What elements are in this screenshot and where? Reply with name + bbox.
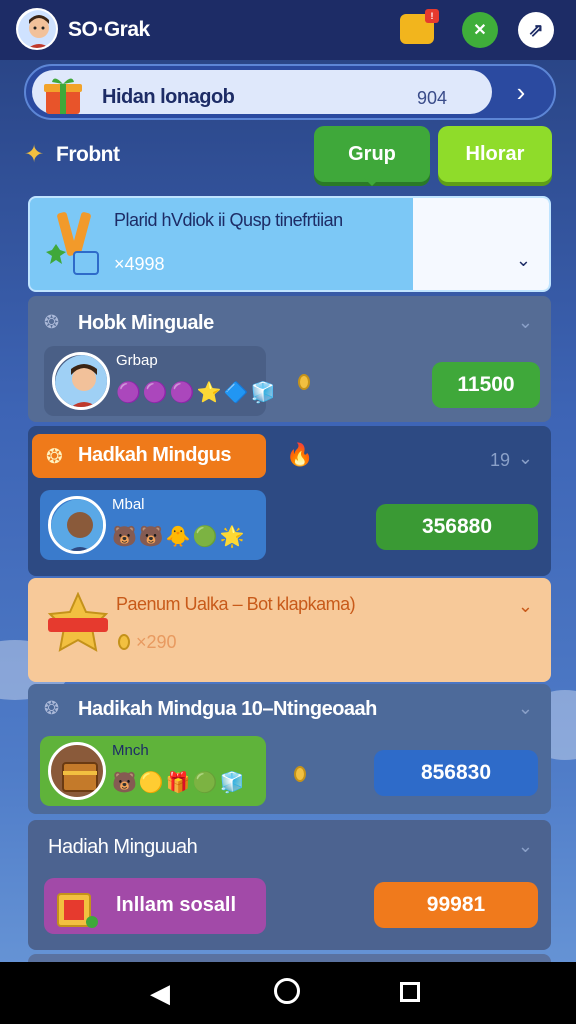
badge-icon: ❂ — [44, 698, 60, 718]
top-bar: SO·Grak ! ✕ ⇗ — [0, 0, 576, 60]
chest-icon — [48, 742, 106, 800]
app-screen: SO·Grak ! ✕ ⇗ Hidan lonagob 904 › ✦ Frob… — [0, 0, 576, 1024]
card-highlight — [413, 198, 549, 290]
reward-card[interactable]: Paenum Ualka – Bot klapkama) ×290 ⌄ — [28, 578, 551, 682]
avatar — [52, 352, 110, 410]
gear-icon: ✦ — [24, 141, 45, 168]
claim-button-label: lnllam sosall — [116, 894, 237, 916]
card-title: Hobk Minguale — [78, 312, 214, 334]
tab-grup[interactable]: Grup — [314, 126, 430, 186]
gift-box-icon — [57, 893, 98, 928]
reward-label: Grbap — [116, 352, 158, 369]
gift-notification-button[interactable]: ! — [400, 9, 439, 44]
chevron-down-icon[interactable]: ⌄ — [518, 698, 533, 719]
banner-count: 904 — [417, 88, 448, 108]
recent-apps-icon[interactable] — [400, 982, 420, 1002]
reward-card[interactable]: ❂ Hobk Minguale ⌄ Grbap 🟣🟣🟣⭐🔷🧊 11500 — [28, 296, 551, 422]
reward-card[interactable]: ❂ Hadkah Mindgus 🔥 19 ⌄ Mbal 🐻🐻🐥🟢🌟 35688… — [28, 426, 551, 576]
notification-badge: ! — [425, 9, 439, 23]
chevron-right-icon[interactable]: › — [498, 72, 544, 112]
reward-label: Mnch — [112, 742, 149, 759]
avatar — [48, 496, 106, 554]
banner-body: Hidan lonagob 904 — [32, 70, 492, 114]
system-nav-bar: ◀ — [0, 962, 576, 1024]
reward-items-icon: 🟣🟣🟣⭐🔷🧊 — [116, 382, 278, 404]
user-avatar[interactable] — [16, 8, 58, 50]
banner-title: Hidan lonagob — [102, 86, 235, 108]
reward-card[interactable]: ❂ Hadikah Mindgua 10–Ntingeoaah ⌄ Mnch 🐻… — [28, 684, 551, 814]
card-title: Hadkah Mindgus — [78, 444, 232, 466]
count-label: 19 — [490, 450, 511, 470]
chevron-down-icon[interactable]: ⌄ — [518, 312, 533, 333]
card-title: Hadiah Minguuah — [48, 836, 198, 858]
claim-button[interactable]: lnllam sosall — [44, 878, 266, 934]
profile-menu-icon[interactable]: ⇗ — [518, 12, 554, 48]
coin-icon — [294, 766, 306, 782]
reward-box: Mnch 🐻🟡🎁🟢🧊 — [40, 736, 266, 806]
reward-box: Mbal 🐻🐻🐥🟢🌟 — [40, 490, 266, 560]
chevron-down-icon[interactable]: ⌄ — [516, 250, 531, 271]
trophy-icon — [46, 212, 99, 275]
badge-icon: ❂ — [44, 312, 60, 332]
share-icon[interactable]: ✕ — [462, 12, 498, 48]
card-header: ❂ Hadkah Mindgus — [32, 434, 266, 478]
badge-icon: ❂ — [46, 446, 63, 468]
reward-items-icon: 🐻🐻🐥🟢🌟 — [112, 526, 247, 548]
card-title: Hadikah Mindgua 10–Ntingeoaah — [78, 698, 377, 720]
fire-icon: 🔥 — [286, 442, 314, 467]
card-title: Paenum Ualka – Bot klapkama) — [116, 594, 356, 614]
coin-icon — [118, 634, 130, 650]
value-button[interactable]: 11500 — [432, 362, 540, 408]
reward-box: Grbap 🟣🟣🟣⭐🔷🧊 — [44, 346, 275, 416]
chevron-down-icon[interactable]: ⌄ — [518, 836, 533, 857]
chevron-down-icon[interactable]: ⌄ — [518, 596, 533, 617]
reward-card[interactable]: Plarid hVdiok ii Qusp tinefrtiian ×4998 … — [28, 196, 551, 292]
card-title: Plarid hVdiok ii Qusp tinefrtiian — [114, 210, 343, 230]
star-badge-icon — [47, 592, 109, 652]
chevron-down-icon[interactable]: ⌄ — [518, 448, 533, 469]
event-banner[interactable]: Hidan lonagob 904 › — [24, 64, 556, 120]
card-reward-count: ×290 — [136, 632, 177, 652]
back-icon[interactable]: ◀ — [150, 978, 170, 1009]
value-button[interactable]: 856830 — [374, 750, 538, 796]
reward-items-icon: 🐻🟡🎁🟢🧊 — [112, 772, 247, 794]
reward-card[interactable]: Hadiah Minguuah ⌄ lnllam sosall 99981 — [28, 820, 551, 950]
card-reward-count: ×4998 — [114, 254, 165, 274]
tab-hlorar[interactable]: Hlorar — [438, 126, 552, 182]
home-icon[interactable] — [274, 978, 300, 1004]
value-button[interactable]: 356880 — [376, 504, 538, 550]
value-button[interactable]: 99981 — [374, 882, 538, 928]
coin-icon — [298, 374, 310, 390]
username: SO·Grak — [68, 18, 150, 41]
gift-box-icon — [44, 78, 82, 114]
filter-label: Frobnt — [56, 143, 120, 166]
reward-label: Mbal — [112, 496, 145, 513]
